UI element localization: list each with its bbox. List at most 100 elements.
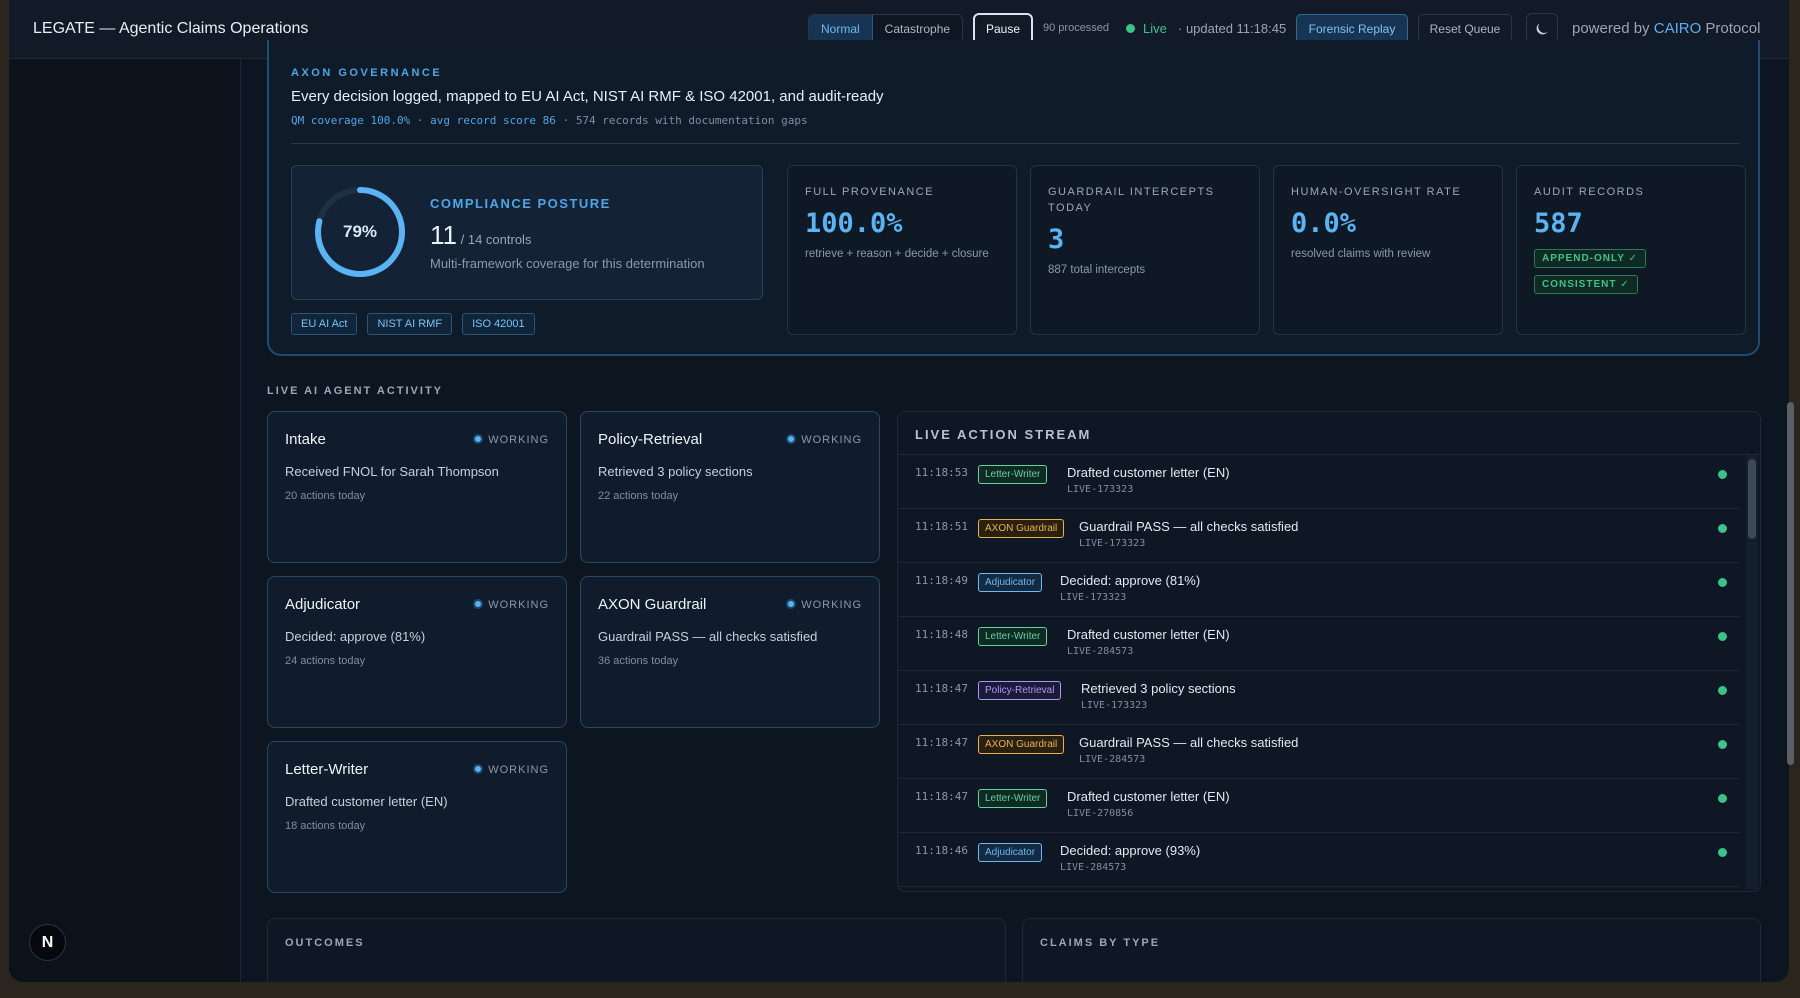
agent-activity-label: LIVE AI AGENT ACTIVITY [267,385,444,397]
stream-row[interactable]: 11:18:48 Letter-Writer Drafted customer le… [898,617,1740,671]
stream-row[interactable]: 11:18:51 AXON Guardrail Guardrail PASS — a… [898,509,1740,563]
moon-icon [1536,23,1548,35]
framework-tag[interactable]: EU AI Act [291,313,358,335]
stream-time: 11:18:46 [915,844,968,857]
stream-title: LIVE ACTION STREAM [915,427,1092,442]
agent-count: 22 actions today [598,490,679,502]
stream-message: Decided: approve (81%) [1060,573,1201,588]
metric-full-provenance: FULL PROVENANCE 100.0% retrieve + reason… [787,165,1017,335]
metric-label: HUMAN-OVERSIGHT RATE [1291,186,1462,198]
agent-count: 20 actions today [285,490,366,502]
stream-row[interactable]: 11:18:47 AXON Guardrail Guardrail PASS — a… [898,725,1740,779]
status-dot-icon [1718,794,1727,803]
stream-message: Decided: approve (93%) [1060,843,1201,858]
stream-time: 11:18:49 [915,574,968,587]
agent-badge: Letter-Writer [978,627,1048,646]
agent-count: 36 actions today [598,655,679,667]
powered-suffix: Protocol [1705,20,1761,37]
metric-guardrail-intercepts: GUARDRAIL INTERCEPTS TODAY 3 887 total i… [1030,165,1260,335]
agent-card-axon-guardrail[interactable]: AXON Guardrail WORKING Guardrail PASS — … [580,576,880,728]
stream-row[interactable]: 11:18:46 Adjudicator Decided: approve (93%… [898,833,1740,887]
metric-audit-records: AUDIT RECORDS 587 APPEND-ONLY ✓ CONSISTE… [1516,165,1746,335]
agent-activity: Received FNOL for Sarah Thompson [285,464,499,479]
status-dot-icon [473,434,484,444]
status-dot-icon [1718,632,1727,641]
status-dot-icon [1718,524,1727,533]
live-action-stream: LIVE ACTION STREAM 11:18:53 Letter-Writer… [897,411,1761,892]
documentation-gaps: 574 records with documentation gaps [575,114,808,127]
status-dot-icon [1718,848,1727,857]
status-dot-icon [473,599,484,609]
live-status-dot-icon [1126,24,1135,33]
stream-row[interactable]: 11:18:47 Policy-Retrieval Retrieved 3 poli… [898,671,1740,725]
metric-label: FULL PROVENANCE [805,186,935,198]
mode-normal-button[interactable]: Normal [809,15,873,43]
agent-card-policy-retrieval[interactable]: Policy-Retrieval WORKING Retrieved 3 pol… [580,411,880,563]
agent-badge: AXON Guardrail [978,519,1065,538]
controls-count: 11 / 14 controls [430,220,531,251]
stream-message: Drafted customer letter (EN) [1067,465,1230,480]
claim-id: LIVE-284573 [1060,862,1127,873]
divider [291,143,1740,144]
claim-id: LIVE-284573 [1079,754,1146,765]
agent-badge: Letter-Writer [978,789,1048,808]
governance-meta: QM coverage 100.0% · avg record score 86… [291,114,808,127]
avg-record-score: avg record score 86 [430,114,556,127]
qm-coverage: QM coverage 100.0% [291,114,411,127]
status-dot-icon [1718,740,1727,749]
metric-sub: resolved claims with review [1291,248,1431,260]
metric-value: 3 [1048,224,1065,255]
agent-card-intake[interactable]: Intake WORKING Received FNOL for Sarah T… [267,411,567,563]
next-dev-badge[interactable]: N [29,924,66,961]
agent-card-adjudicator[interactable]: Adjudicator WORKING Decided: approve (81… [267,576,567,728]
metric-value: 0.0% [1291,208,1357,239]
stream-message: Drafted customer letter (EN) [1067,627,1230,642]
stream-time: 11:18:47 [915,790,968,803]
mode-catastrophe-button[interactable]: Catastrophe [873,15,962,43]
sidebar [9,59,241,982]
powered-brand[interactable]: CAIRO [1654,20,1702,37]
metric-value: 100.0% [805,208,903,239]
stream-row[interactable]: 11:18:47 Letter-Writer Drafted customer le… [898,779,1740,833]
compliance-percent: 79% [342,222,378,241]
claims-by-type-label: CLAIMS BY TYPE [1040,937,1161,949]
agent-name: AXON Guardrail [598,596,707,613]
outcomes-label: OUTCOMES [285,937,365,949]
controls-met: 11 [430,220,457,250]
agent-name: Letter-Writer [285,761,369,778]
agent-count: 24 actions today [285,655,366,667]
status-dot-icon [473,764,484,774]
powered-by: powered by CAIRO Protocol [1572,20,1760,37]
agent-card-letter-writer[interactable]: Letter-Writer WORKING Drafted customer l… [267,741,567,893]
metric-human-oversight: HUMAN-OVERSIGHT RATE 0.0% resolved claim… [1273,165,1503,335]
agent-status: WORKING [473,764,549,776]
stream-time: 11:18:53 [915,466,968,479]
scrollbar-thumb[interactable] [1748,459,1756,539]
page-scrollbar[interactable] [1787,402,1794,765]
claims-by-type-panel: CLAIMS BY TYPE [1022,918,1761,982]
agent-badge: Adjudicator [978,843,1043,862]
governance-headline: Every decision logged, mapped to EU AI A… [291,88,884,105]
stream-row[interactable]: 11:18:49 Adjudicator Decided: approve (81%… [898,563,1740,617]
compliance-title: COMPLIANCE POSTURE [430,196,611,211]
claim-id: LIVE-270856 [1067,808,1134,819]
stream-message: Guardrail PASS — all checks satisfied [1079,519,1299,534]
claim-id: LIVE-173323 [1060,592,1127,603]
stream-scrollbar[interactable] [1746,455,1758,889]
compliance-description: Multi-framework coverage for this determ… [430,256,705,271]
governance-eyebrow: AXON GOVERNANCE [291,67,443,79]
stream-time: 11:18:51 [915,520,968,533]
framework-tag[interactable]: ISO 42001 [462,313,535,335]
stream-message: Drafted customer letter (EN) [1067,789,1230,804]
stream-row[interactable]: 11:18:53 Letter-Writer Drafted customer le… [898,455,1740,509]
agent-name: Intake [285,431,326,448]
agent-status: WORKING [473,599,549,611]
framework-tag[interactable]: NIST AI RMF [367,313,453,335]
updated-timestamp: · updated 11:18:45 [1178,21,1287,36]
agent-badge: AXON Guardrail [978,735,1065,754]
stream-message: Retrieved 3 policy sections [1081,681,1236,696]
metric-sub: 887 total intercepts [1048,264,1146,276]
stream-time: 11:18:48 [915,628,968,641]
live-label: Live [1143,21,1167,36]
agent-badge: Adjudicator [978,573,1043,592]
